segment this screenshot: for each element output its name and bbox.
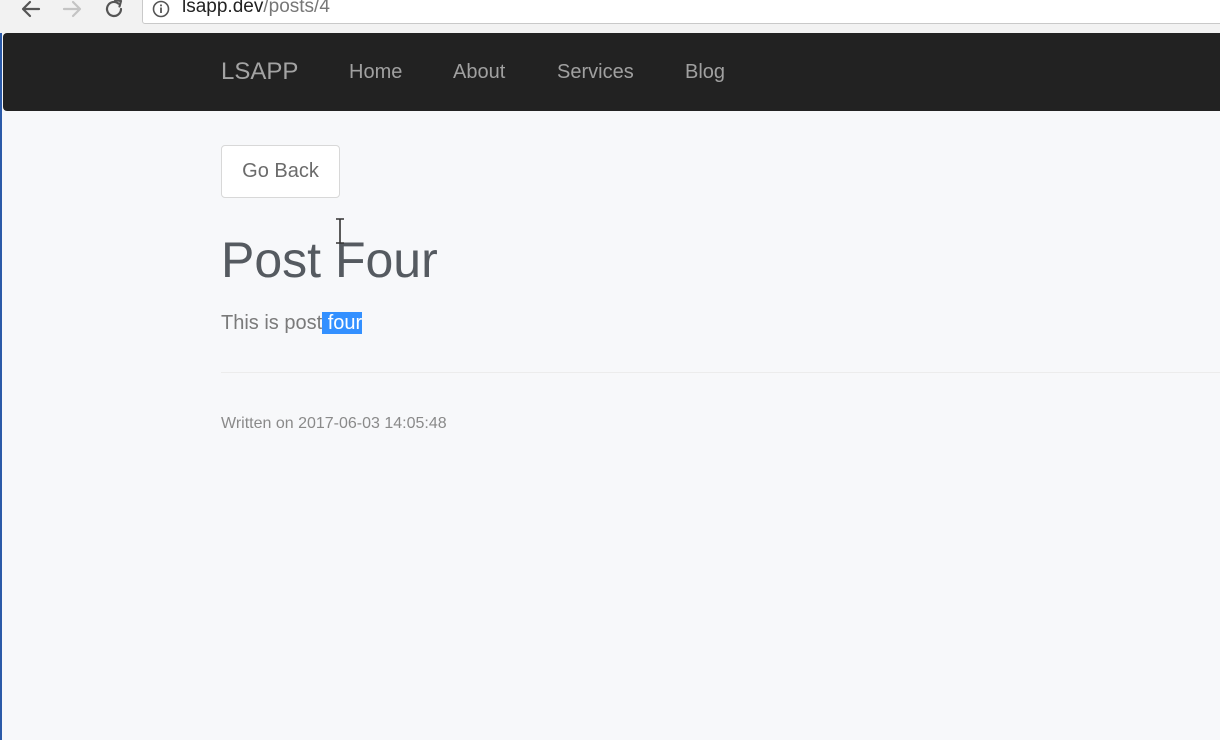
address-url: lsapp.dev/posts/4 [182,0,330,17]
url-host: lsapp.dev [182,0,264,17]
content-divider [221,372,1220,373]
go-back-button[interactable]: Go Back [221,145,340,198]
info-icon[interactable] [152,0,170,18]
nav-link-home[interactable]: Home [349,61,402,83]
nav-link-about[interactable]: About [453,61,505,83]
post-body: This is post four [221,310,363,336]
nav-link-blog[interactable]: Blog [685,61,725,83]
window-edge [0,33,2,740]
post-body-selected-text: four [322,312,363,334]
url-path: /posts/4 [263,0,330,17]
forward-arrow-icon[interactable] [57,0,87,24]
browser-toolbar: lsapp.dev/posts/4 [0,0,1220,33]
nav-link-services[interactable]: Services [557,61,634,83]
post-title: Post Four [221,232,438,288]
post-body-text: This is post [221,312,323,334]
text-cursor-icon [336,218,344,244]
reload-icon[interactable] [99,0,129,24]
navbar-brand[interactable]: LSAPP [221,59,298,85]
back-arrow-icon[interactable] [16,0,46,24]
post-timestamp: Written on 2017-06-03 14:05:48 [221,415,447,432]
site-navbar: LSAPP Home About Services Blog [3,33,1220,111]
address-bar[interactable]: lsapp.dev/posts/4 [142,0,1220,24]
